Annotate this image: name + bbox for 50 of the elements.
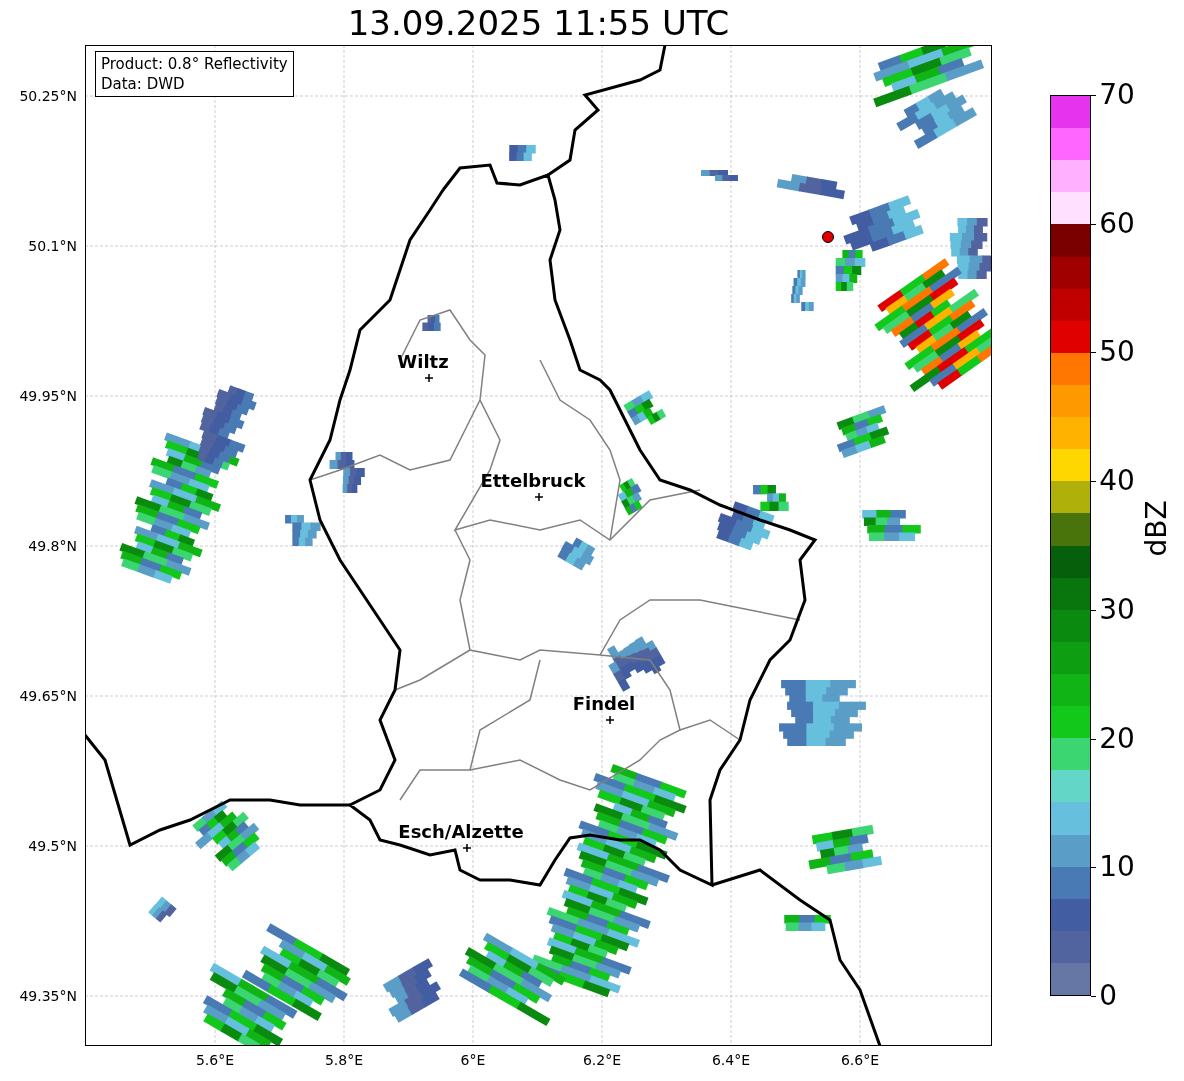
longitude-tick-label: 6°E <box>460 1052 486 1068</box>
city-marker <box>534 492 544 502</box>
info-text: Product: 0.8° Reflectivity <box>101 54 288 74</box>
colorbar-tick-label: 40 <box>1099 466 1135 497</box>
colorbar-tick-label: 60 <box>1099 208 1135 239</box>
latitude-tick-label: 50.25°N <box>19 88 77 104</box>
longitude-tick-label: 6.6°E <box>840 1052 880 1068</box>
info-text: Data: DWD <box>101 74 186 94</box>
radar-echo <box>784 915 831 931</box>
radar-echo <box>623 390 667 426</box>
colorbar-tick-label: 10 <box>1099 852 1135 883</box>
colorbar-tick-label: 30 <box>1099 594 1135 625</box>
radar-echo <box>617 478 643 516</box>
city-label: Ettelbruck <box>480 470 586 491</box>
radar-echo <box>701 170 738 181</box>
radar-echo <box>557 537 596 571</box>
city-label: Findel <box>572 693 636 714</box>
radar-site-dot <box>822 231 834 243</box>
radar-echo <box>192 800 261 872</box>
city-marker <box>424 373 434 383</box>
latitude-tick-label: 50.1°N <box>28 238 77 254</box>
latitude-tick-label: 49.65°N <box>19 688 77 704</box>
city-marker <box>462 843 472 853</box>
radar-echo <box>836 405 890 459</box>
radar-echo <box>509 145 536 161</box>
longitude-tick-label: 6.4°E <box>711 1052 751 1068</box>
radar-echo <box>285 515 321 546</box>
longitude-tick-label: 5.6°E <box>195 1052 235 1068</box>
radar-echo <box>422 315 441 331</box>
latitude-tick-label: 49.8°N <box>28 538 77 554</box>
radar-echo <box>607 636 666 692</box>
chart-title: 13.09.2025 11:55 UTC <box>346 2 731 43</box>
longitude-tick-label: 6.2°E <box>582 1052 622 1068</box>
colorbar-tick-label: 70 <box>1099 80 1135 110</box>
colorbar-tick-label: 0 <box>1099 981 1118 1011</box>
colorbar-tick-label: 20 <box>1099 723 1135 754</box>
radar-echo <box>148 896 177 923</box>
longitude-tick-label: 5.8°E <box>324 1052 364 1068</box>
latitude-tick-label: 49.95°N <box>19 388 77 404</box>
latitude-tick-label: 49.35°N <box>19 988 77 1004</box>
latitude-tick-label: 49.5°N <box>28 838 77 854</box>
city-label: Esch/Alzette <box>398 821 524 842</box>
radar-echo <box>382 958 441 1023</box>
colorbar-tick-label: 50 <box>1099 337 1135 368</box>
radar-echo <box>862 510 921 541</box>
radar-echo <box>329 452 365 493</box>
colorbar-label: dBZ <box>1139 499 1173 557</box>
radar-echo <box>791 270 814 311</box>
city-label: Wiltz <box>397 351 449 372</box>
city-marker <box>605 715 615 725</box>
